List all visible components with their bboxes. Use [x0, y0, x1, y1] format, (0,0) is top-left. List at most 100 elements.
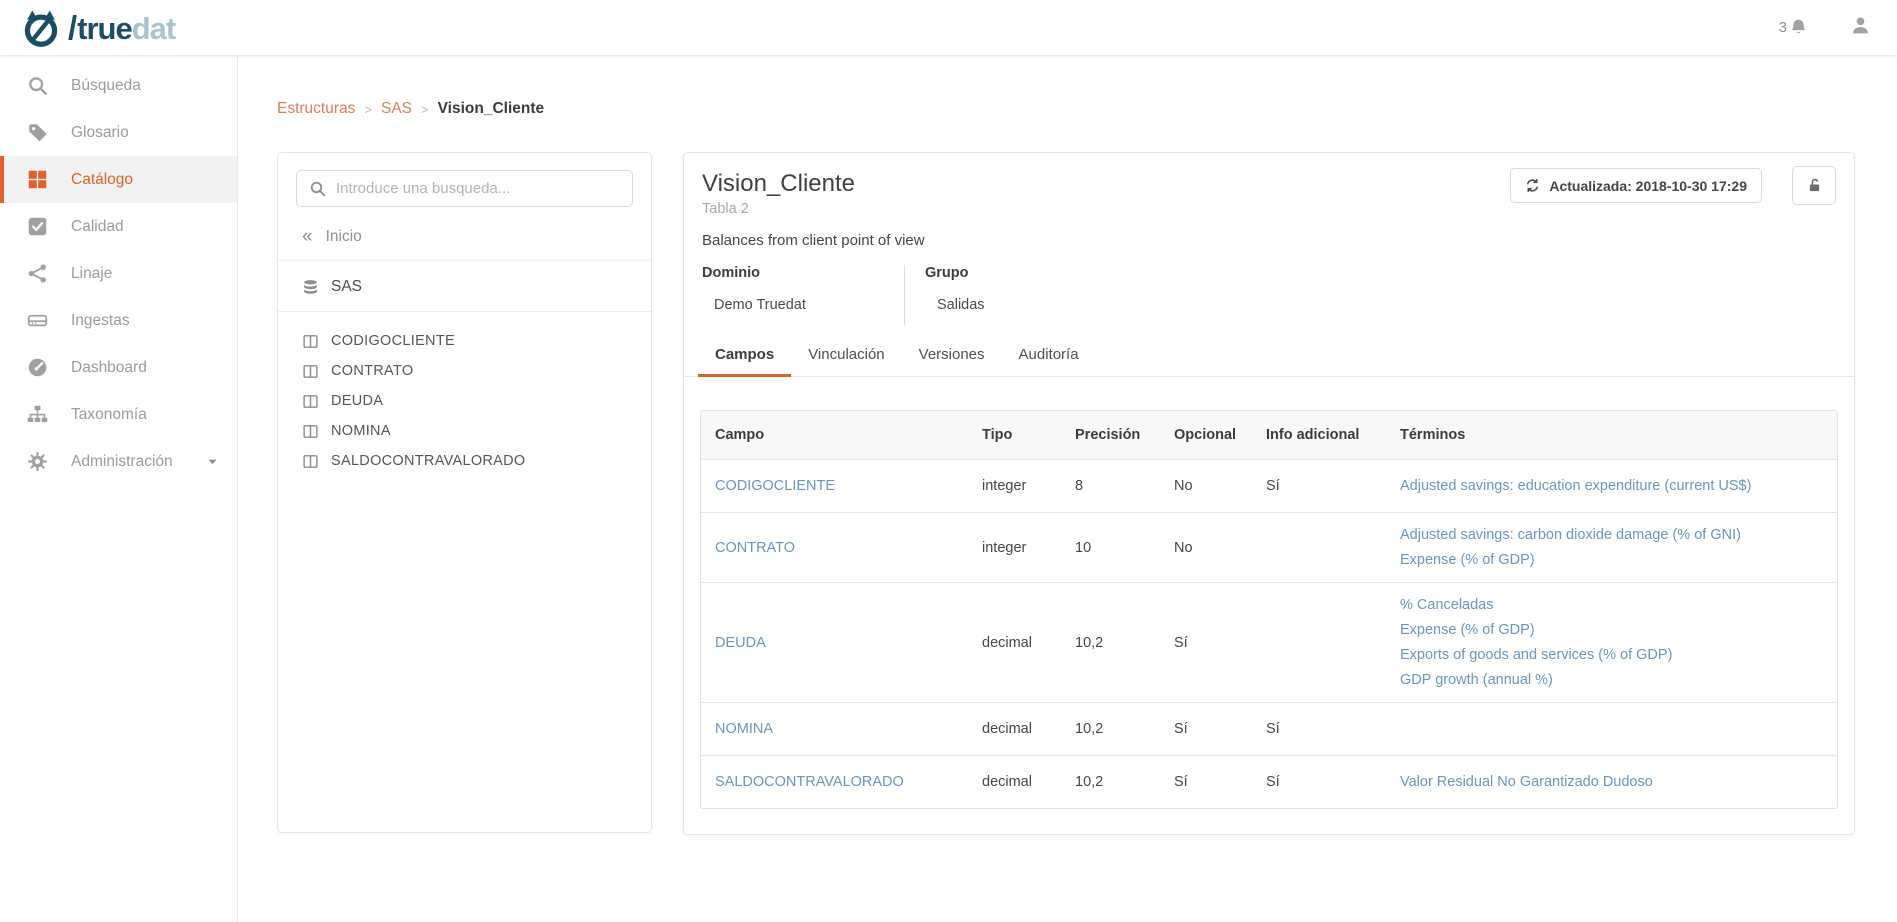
term-link[interactable]: GDP growth (annual %) — [1400, 668, 1823, 692]
breadcrumb-separator: > — [421, 102, 429, 117]
bell-icon — [1789, 18, 1808, 37]
group-label: Grupo — [925, 265, 985, 281]
user-icon — [1850, 15, 1871, 41]
field-additional-info: Sí — [1252, 478, 1386, 494]
column-header-tipo: Tipo — [968, 427, 1061, 443]
fields-table-header: Campo Tipo Precisión Opcional Info adici… — [701, 411, 1837, 459]
sidebar-item-calidad[interactable]: Calidad — [0, 203, 237, 250]
sidebar-item-label: Administración — [71, 453, 173, 471]
tree-item-label: DEUDA — [331, 393, 383, 409]
gear-icon — [27, 451, 48, 472]
column-header-precision: Precisión — [1061, 427, 1160, 443]
domain-group-section: Dominio Demo Truedat Grupo Salidas — [702, 265, 1836, 325]
structure-type-subtitle: Tabla 2 — [702, 201, 1836, 217]
sidebar-item-label: Calidad — [71, 218, 124, 236]
field-optional: No — [1160, 540, 1252, 556]
field-link-codigocliente[interactable]: CODIGOCLIENTE — [715, 478, 835, 494]
table-columns-icon — [302, 423, 319, 440]
tree-home-link[interactable]: « Inicio — [278, 207, 651, 261]
sidebar-item-glosario[interactable]: Glosario — [0, 109, 237, 156]
domain-label: Dominio — [702, 265, 904, 281]
term-link[interactable]: % Canceladas — [1400, 593, 1823, 617]
grid-icon — [27, 169, 48, 190]
sidebar-item-label: Glosario — [71, 124, 129, 142]
tab-vinculacion[interactable]: Vinculación — [791, 335, 901, 377]
tree-item-codigocliente[interactable]: CODIGOCLIENTE — [302, 326, 651, 356]
term-link[interactable]: Adjusted savings: carbon dioxide damage … — [1400, 523, 1823, 547]
field-precision: 8 — [1061, 478, 1160, 494]
tab-campos[interactable]: Campos — [698, 335, 791, 377]
sidebar-item-dashboard[interactable]: Dashboard — [0, 344, 237, 391]
column-header-terminos: Términos — [1386, 427, 1837, 443]
app-logo[interactable]: /truedat — [20, 8, 175, 48]
tree-item-label: CONTRATO — [331, 363, 413, 379]
field-link-nomina[interactable]: NOMINA — [715, 721, 773, 737]
unlock-button[interactable] — [1792, 166, 1836, 205]
field-optional: Sí — [1160, 721, 1252, 737]
tree-search-input[interactable] — [336, 180, 620, 197]
breadcrumb: Estructuras > SAS > Vision_Cliente — [277, 100, 544, 118]
tree-item-saldocontravalorado[interactable]: SALDOCONTRAVALORADO — [302, 446, 651, 476]
field-link-deuda[interactable]: DEUDA — [715, 635, 766, 651]
sidebar: Búsqueda Glosario Catálogo Calidad Linaj… — [0, 55, 238, 922]
sidebar-item-label: Dashboard — [71, 359, 147, 377]
domain-value: Demo Truedat — [714, 297, 904, 313]
tree-root-sas[interactable]: SAS — [278, 261, 651, 312]
field-optional: Sí — [1160, 774, 1252, 790]
tab-auditoria[interactable]: Auditoría — [1002, 335, 1096, 377]
structure-detail-panel: Vision_Cliente Tabla 2 Balances from cli… — [683, 152, 1855, 835]
term-link[interactable]: Valor Residual No Garantizado Dudoso — [1400, 770, 1823, 794]
sidebar-item-busqueda[interactable]: Búsqueda — [0, 62, 237, 109]
tree-item-label: SALDOCONTRAVALORADO — [331, 453, 526, 469]
sidebar-item-ingestas[interactable]: Ingestas — [0, 297, 237, 344]
term-link[interactable]: Adjusted savings: education expenditure … — [1400, 474, 1823, 498]
table-row: DEUDA decimal 10,2 Sí % Canceladas Expen… — [701, 582, 1837, 702]
updated-label: Actualizada: 2018-10-30 17:29 — [1549, 178, 1747, 194]
fields-table: Campo Tipo Precisión Opcional Info adici… — [700, 410, 1838, 809]
tree-item-contrato[interactable]: CONTRATO — [302, 356, 651, 386]
sidebar-item-linaje[interactable]: Linaje — [0, 250, 237, 297]
logo-text-secondary: dat — [132, 11, 176, 46]
field-precision: 10,2 — [1061, 774, 1160, 790]
sidebar-item-taxonomia[interactable]: Taxonomía — [0, 391, 237, 438]
field-precision: 10,2 — [1061, 635, 1160, 651]
breadcrumb-link-estructuras[interactable]: Estructuras — [277, 100, 355, 118]
field-precision: 10 — [1061, 540, 1160, 556]
term-link[interactable]: Expense (% of GDP) — [1400, 618, 1823, 642]
field-type: decimal — [968, 774, 1061, 790]
sidebar-item-administracion[interactable]: Administración — [0, 438, 237, 485]
breadcrumb-link-sas[interactable]: SAS — [381, 100, 412, 118]
field-link-contrato[interactable]: CONTRATO — [715, 540, 795, 556]
sidebar-item-catalogo[interactable]: Catálogo — [0, 156, 237, 203]
refresh-updated-button[interactable]: Actualizada: 2018-10-30 17:29 — [1510, 168, 1762, 203]
table-columns-icon — [302, 363, 319, 380]
tree-item-nomina[interactable]: NOMINA — [302, 416, 651, 446]
term-link[interactable]: Expense (% of GDP) — [1400, 548, 1823, 572]
tab-versiones[interactable]: Versiones — [902, 335, 1002, 377]
unlock-icon — [1806, 177, 1823, 194]
refresh-icon — [1525, 178, 1540, 193]
field-link-saldocontravalorado[interactable]: SALDOCONTRAVALORADO — [715, 774, 904, 790]
column-header-opcional: Opcional — [1160, 427, 1252, 443]
table-row: CODIGOCLIENTE integer 8 No Sí Adjusted s… — [701, 459, 1837, 512]
field-optional: Sí — [1160, 635, 1252, 651]
database-icon — [302, 279, 319, 296]
field-additional-info: Sí — [1252, 721, 1386, 737]
search-icon — [309, 180, 326, 197]
tree-item-deuda[interactable]: DEUDA — [302, 386, 651, 416]
logo-text-primary: true — [77, 11, 132, 46]
notifications-button[interactable]: 3 — [1779, 18, 1808, 37]
term-link[interactable]: Exports of goods and services (% of GDP) — [1400, 643, 1823, 667]
column-header-campo: Campo — [701, 427, 968, 443]
collapse-left-icon: « — [302, 227, 313, 246]
table-row: SALDOCONTRAVALORADO decimal 10,2 Sí Sí V… — [701, 755, 1837, 808]
user-menu-button[interactable] — [1850, 15, 1871, 41]
tree-item-label: NOMINA — [331, 423, 391, 439]
structure-description: Balances from client point of view — [702, 232, 1836, 249]
tag-icon — [27, 122, 48, 143]
field-type: integer — [968, 540, 1061, 556]
sidebar-item-label: Catálogo — [71, 171, 133, 189]
notification-count-badge: 3 — [1779, 19, 1787, 36]
gauge-icon — [27, 357, 48, 378]
sidebar-item-label: Búsqueda — [71, 77, 141, 95]
